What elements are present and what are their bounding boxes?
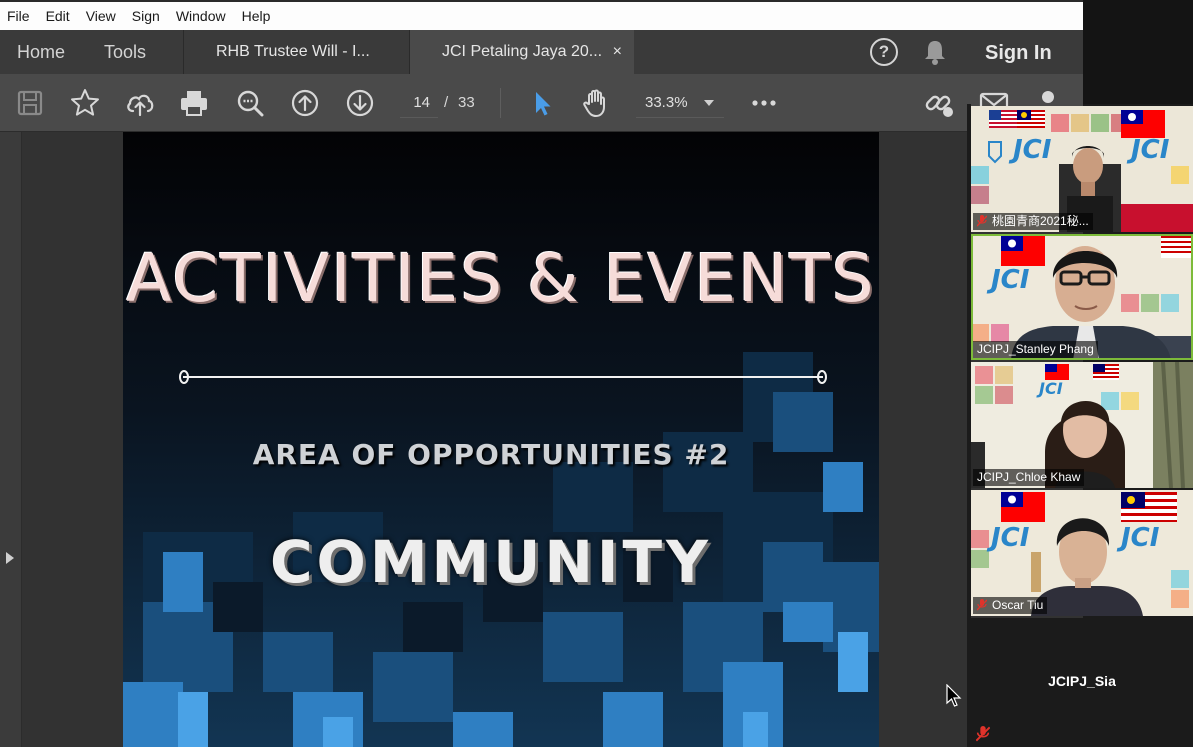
menu-bar: File Edit View Sign Window Help — [0, 0, 1083, 30]
svg-text:JCI: JCI — [1008, 135, 1052, 165]
acrobat-window: File Edit View Sign Window Help Home Too… — [0, 0, 1083, 747]
svg-text:JCI: JCI — [1126, 135, 1170, 165]
menu-file[interactable]: File — [7, 8, 30, 24]
tab-bar: Home Tools RHB Trustee Will - I... JCI P… — [0, 30, 1083, 74]
print-icon[interactable] — [178, 87, 210, 119]
zoom-out-icon[interactable] — [234, 87, 266, 119]
divider-cap-right — [817, 370, 827, 384]
slide-subtitle: AREA OF OPPORTUNITIES #2 — [252, 438, 730, 471]
slide-divider — [183, 376, 823, 378]
slide-heading: COMMUNITY — [269, 528, 713, 596]
nav-home[interactable]: Home — [17, 30, 65, 74]
chevron-down-icon[interactable] — [704, 100, 714, 106]
page-up-icon[interactable] — [289, 87, 321, 119]
sign-in-button[interactable]: Sign In — [985, 30, 1052, 74]
tab-jci-petaling-jaya[interactable]: JCI Petaling Jaya 20... × — [409, 30, 634, 74]
star-icon[interactable] — [69, 87, 101, 119]
left-panel-rail[interactable] — [0, 132, 22, 747]
page-total: 33 — [458, 94, 475, 111]
participant-tile[interactable]: JCI JCIPJ_Chloe Khaw — [971, 362, 1193, 488]
menu-view[interactable]: View — [86, 8, 116, 24]
more-icon[interactable] — [748, 87, 780, 119]
bell-icon[interactable] — [922, 38, 948, 66]
participant-name-text: Oscar Tiu — [992, 598, 1044, 612]
svg-text:JCI: JCI — [986, 265, 1030, 295]
mouse-cursor-icon — [946, 683, 962, 708]
participant-name-text: JCIPJ_Stanley Phang — [977, 342, 1094, 356]
upload-cloud-icon[interactable] — [124, 87, 156, 119]
page-separator: / — [444, 94, 449, 111]
participant-name: 桃園青商2021秘... — [973, 213, 1093, 230]
participant-name-text: 桃園青商2021秘... — [992, 214, 1089, 228]
participant-tile[interactable]: JCI JCI 桃園青商2021秘... — [971, 106, 1193, 232]
tab-label: RHB Trustee Will - I... — [216, 43, 370, 60]
tab-label: JCI Petaling Jaya 20... — [442, 43, 603, 60]
menu-window[interactable]: Window — [176, 8, 226, 24]
tab-rhb-trustee-will[interactable]: RHB Trustee Will - I... — [183, 30, 409, 74]
close-icon[interactable]: × — [613, 30, 622, 74]
participant-name: JCIPJ_Chloe Khaw — [973, 469, 1085, 486]
screen: File Edit View Sign Window Help Home Too… — [0, 0, 1193, 747]
svg-text:JCI: JCI — [1116, 523, 1160, 553]
page-down-icon[interactable] — [344, 87, 376, 119]
menu-edit[interactable]: Edit — [46, 8, 70, 24]
zoom-panel-header — [1083, 0, 1193, 104]
link-icon[interactable] — [923, 87, 955, 119]
hand-icon[interactable] — [580, 87, 612, 119]
nav-tools[interactable]: Tools — [104, 30, 146, 74]
pdf-page: ACTIVITIES & EVENTS AREA OF OPPORTUNITIE… — [123, 132, 879, 747]
toolbar-divider — [500, 88, 501, 118]
save-icon[interactable] — [14, 87, 46, 119]
participant-name-text: JCIPJ_Chloe Khaw — [977, 470, 1081, 484]
select-arrow-icon[interactable] — [526, 87, 558, 119]
page-number-input[interactable]: 14 — [400, 88, 438, 118]
participant-tile[interactable]: JCI JCI Oscar Tiu — [971, 490, 1193, 616]
svg-text:JCI: JCI — [986, 523, 1030, 553]
help-icon[interactable]: ? — [870, 38, 898, 66]
mic-muted-icon — [976, 599, 988, 611]
menu-help[interactable]: Help — [242, 8, 271, 24]
svg-text:JCI: JCI — [1036, 379, 1063, 398]
participant-name: JCIPJ_Stanley Phang — [973, 341, 1098, 358]
slide-title: ACTIVITIES & EVENTS — [126, 240, 876, 317]
mic-muted-icon — [975, 726, 991, 747]
participant-tile-active-speaker[interactable]: JCI JCIPJ_Stanley Phang — [971, 234, 1193, 360]
divider-cap-left — [179, 370, 189, 384]
toolbar: 14 / 33 33.3% — [0, 74, 1083, 132]
mic-muted-icon — [976, 215, 988, 227]
menu-sign[interactable]: Sign — [132, 8, 160, 24]
chevron-right-icon[interactable] — [6, 552, 14, 564]
participant-name: Oscar Tiu — [973, 597, 1048, 614]
participant-name-text: JCIPJ_Sia — [1048, 673, 1116, 689]
